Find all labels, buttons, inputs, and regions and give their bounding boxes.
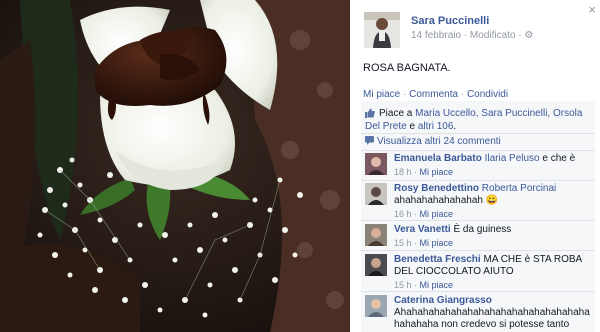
post-caption: ROSA BAGNATA. — [363, 62, 451, 74]
commenter-avatar[interactable] — [365, 224, 387, 246]
post-actions: Mi piace · Commenta · Condividi — [363, 89, 508, 100]
comment-body: Caterina Giangrasso Ahahahahahahahahahah… — [394, 295, 594, 331]
comment-body: Vera Vanetti È da guiness 15 h · Mi piac… — [394, 224, 594, 249]
commenter-name[interactable]: Vera Vanetti — [394, 224, 451, 235]
avatar-image — [364, 12, 400, 48]
comment-tag[interactable]: Ilaria Peluso — [485, 153, 540, 164]
comment-text: e che è — [539, 153, 576, 164]
comment-text: ahahahahahahahah 😀 — [394, 195, 499, 206]
post-date[interactable]: 14 febbraio · Modificato · — [411, 30, 522, 41]
feedback-panel: Piace a Maria Uccello, Sara Puccinelli, … — [361, 101, 595, 332]
divider — [361, 291, 595, 292]
divider — [361, 250, 595, 251]
comment-text: Ahahahahahahahahahahahahahahahahahahahah… — [394, 307, 590, 330]
comment-body: Benedetta Freschi MA CHE è STA ROBA DEL … — [394, 254, 594, 291]
comment-tag[interactable]: Roberta Porcinai — [482, 183, 556, 194]
thumbs-up-icon — [365, 108, 375, 118]
comment-bubble-icon — [365, 136, 374, 145]
divider — [361, 133, 595, 134]
comment-like-button[interactable]: Mi piace — [420, 209, 454, 219]
avatar-image — [365, 183, 387, 205]
likes-prefix: Piace a — [379, 108, 416, 119]
commenter-avatar[interactable] — [365, 295, 387, 317]
comment-meta: 16 h · Mi piace — [394, 209, 454, 219]
comment-body: Emanuela Barbato Ilaria Peluso e che è 1… — [394, 153, 594, 178]
comment-meta: 15 h · Mi piace — [394, 238, 454, 248]
comment-text: È da guiness — [453, 224, 512, 235]
commenter-name[interactable]: Benedetta Freschi — [394, 254, 481, 265]
view-more-comments[interactable]: Visualizza altri 24 commenti — [365, 136, 501, 147]
divider — [361, 220, 595, 221]
post-sidebar: × Sara Puccinelli 14 febbraio · Modifica… — [359, 0, 600, 332]
commenter-avatar[interactable] — [365, 183, 387, 205]
commenter-avatar[interactable] — [365, 153, 387, 175]
share-button[interactable]: Condividi — [467, 89, 508, 100]
comment-like-button[interactable]: Mi piace — [420, 280, 454, 290]
avatar-image — [365, 153, 387, 175]
commenter-avatar[interactable] — [365, 254, 387, 276]
commenter-name[interactable]: Caterina Giangrasso — [394, 295, 492, 306]
comment-meta: 18 h · Mi piace — [394, 167, 454, 177]
chocolate-rose-image — [0, 0, 350, 332]
comment-meta: 15 h · Mi piace — [394, 280, 454, 290]
commenter-name[interactable]: Rosy Benedettino — [394, 183, 479, 194]
divider — [361, 150, 595, 151]
privacy-icon[interactable]: ⚙ — [524, 30, 533, 41]
action-separator: · — [400, 89, 410, 100]
divider — [361, 180, 595, 181]
likes-summary: Piace a Maria Uccello, Sara Puccinelli, … — [365, 107, 591, 133]
action-separator: · — [458, 89, 467, 100]
avatar-image — [365, 224, 387, 246]
comment-body: Rosy Benedettino Roberta Porcinai ahahah… — [394, 183, 594, 220]
commenter-name[interactable]: Emanuela Barbato — [394, 153, 482, 164]
post-meta: 14 febbraio · Modificato · ⚙ — [411, 30, 533, 41]
comment-like-button[interactable]: Mi piace — [420, 167, 454, 177]
likes-others[interactable]: altri 106 — [418, 121, 454, 132]
post-header: Sara Puccinelli 14 febbraio · Modificato… — [364, 12, 594, 52]
post-author-name[interactable]: Sara Puccinelli — [411, 15, 489, 27]
comment-button[interactable]: Commenta — [409, 89, 458, 100]
comment-time[interactable]: 16 h — [394, 209, 412, 219]
comment-time[interactable]: 18 h — [394, 167, 412, 177]
comment-time[interactable]: 15 h — [394, 280, 412, 290]
view-more-label[interactable]: Visualizza altri 24 commenti — [377, 136, 501, 147]
likes-middle: e — [406, 121, 418, 132]
avatar-image — [365, 295, 387, 317]
comment-like-button[interactable]: Mi piace — [420, 238, 454, 248]
like-button[interactable]: Mi piace — [363, 89, 400, 100]
post-photo[interactable] — [0, 0, 350, 332]
comment-time[interactable]: 15 h — [394, 238, 412, 248]
likes-suffix: . — [453, 121, 457, 132]
avatar-image — [365, 254, 387, 276]
author-avatar[interactable] — [364, 12, 400, 48]
